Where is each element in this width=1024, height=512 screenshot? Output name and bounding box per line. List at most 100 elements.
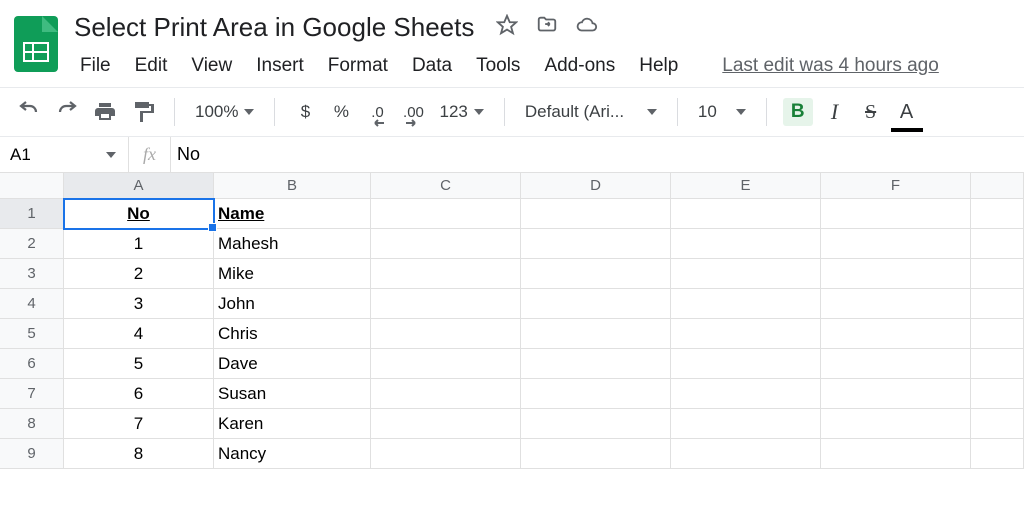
row-header-9[interactable]: 9 — [0, 439, 64, 469]
cell-b4[interactable]: John — [214, 289, 371, 319]
cell[interactable] — [671, 379, 821, 409]
col-header-c[interactable]: C — [371, 173, 521, 199]
cell[interactable] — [371, 349, 521, 379]
cell[interactable] — [821, 349, 971, 379]
cell-a8[interactable]: 7 — [64, 409, 214, 439]
cell[interactable] — [671, 199, 821, 229]
cell-a6[interactable]: 5 — [64, 349, 214, 379]
cell-a2[interactable]: 1 — [64, 229, 214, 259]
cell[interactable] — [521, 319, 671, 349]
cell[interactable] — [821, 289, 971, 319]
cell-b8[interactable]: Karen — [214, 409, 371, 439]
row-header-7[interactable]: 7 — [0, 379, 64, 409]
menu-edit[interactable]: Edit — [125, 51, 178, 81]
last-edit-link[interactable]: Last edit was 4 hours ago — [712, 51, 949, 81]
cloud-icon[interactable] — [576, 14, 598, 41]
cell[interactable] — [521, 349, 671, 379]
cell[interactable] — [971, 349, 1024, 379]
cell[interactable] — [521, 199, 671, 229]
cell[interactable] — [971, 229, 1024, 259]
cell[interactable] — [371, 259, 521, 289]
menu-view[interactable]: View — [181, 51, 242, 81]
cell[interactable] — [971, 289, 1024, 319]
cell[interactable] — [521, 259, 671, 289]
undo-icon[interactable] — [14, 98, 44, 126]
cell[interactable] — [821, 199, 971, 229]
cell[interactable] — [671, 259, 821, 289]
cell[interactable] — [371, 229, 521, 259]
cell-a5[interactable]: 4 — [64, 319, 214, 349]
select-all-corner[interactable] — [0, 173, 64, 199]
cell[interactable] — [521, 409, 671, 439]
cell-a1[interactable]: No — [64, 199, 214, 229]
cell[interactable] — [521, 289, 671, 319]
cell[interactable] — [521, 379, 671, 409]
cell[interactable] — [821, 379, 971, 409]
cell-b2[interactable]: Mahesh — [214, 229, 371, 259]
print-icon[interactable] — [90, 98, 120, 126]
cell[interactable] — [971, 379, 1024, 409]
cell[interactable] — [821, 259, 971, 289]
cell[interactable] — [671, 319, 821, 349]
italic-button[interactable]: I — [821, 98, 849, 126]
cell[interactable] — [371, 199, 521, 229]
cell[interactable] — [371, 409, 521, 439]
cell[interactable] — [371, 439, 521, 469]
bold-button[interactable]: B — [783, 98, 813, 126]
col-header-b[interactable]: B — [214, 173, 371, 199]
cell-b7[interactable]: Susan — [214, 379, 371, 409]
cell[interactable] — [521, 439, 671, 469]
font-size-dropdown[interactable]: 10 — [694, 102, 750, 122]
row-header-1[interactable]: 1 — [0, 199, 64, 229]
paint-format-icon[interactable] — [128, 98, 158, 126]
menu-tools[interactable]: Tools — [466, 51, 530, 81]
name-box[interactable]: A1 — [0, 145, 128, 165]
row-header-2[interactable]: 2 — [0, 229, 64, 259]
cell[interactable] — [671, 409, 821, 439]
number-format-dropdown[interactable]: 123 — [435, 102, 487, 122]
cell[interactable] — [671, 289, 821, 319]
cell[interactable] — [821, 439, 971, 469]
cell-a9[interactable]: 8 — [64, 439, 214, 469]
menu-help[interactable]: Help — [629, 51, 688, 81]
row-header-5[interactable]: 5 — [0, 319, 64, 349]
move-icon[interactable] — [536, 14, 558, 41]
row-header-3[interactable]: 3 — [0, 259, 64, 289]
menu-format[interactable]: Format — [318, 51, 398, 81]
cell[interactable] — [521, 229, 671, 259]
cell[interactable] — [821, 229, 971, 259]
col-header-d[interactable]: D — [521, 173, 671, 199]
cell[interactable] — [971, 319, 1024, 349]
menu-insert[interactable]: Insert — [246, 51, 314, 81]
cell[interactable] — [671, 439, 821, 469]
cell[interactable] — [671, 229, 821, 259]
text-color-button[interactable]: A — [893, 98, 921, 126]
formula-input[interactable]: No — [171, 144, 206, 165]
currency-button[interactable]: $ — [291, 98, 319, 126]
menu-addons[interactable]: Add-ons — [534, 51, 625, 81]
cell[interactable] — [371, 319, 521, 349]
cell[interactable] — [971, 439, 1024, 469]
cell[interactable] — [821, 319, 971, 349]
cell-b6[interactable]: Dave — [214, 349, 371, 379]
cell-b5[interactable]: Chris — [214, 319, 371, 349]
cell-b3[interactable]: Mike — [214, 259, 371, 289]
menu-file[interactable]: File — [70, 51, 121, 81]
row-header-8[interactable]: 8 — [0, 409, 64, 439]
cell-b1[interactable]: Name — [214, 199, 371, 229]
font-dropdown[interactable]: Default (Ari... — [521, 102, 661, 122]
col-header-f[interactable]: F — [821, 173, 971, 199]
percent-button[interactable]: % — [327, 98, 355, 126]
cell[interactable] — [971, 199, 1024, 229]
col-header-g[interactable] — [971, 173, 1024, 199]
increase-decimal-button[interactable]: .00 — [399, 98, 427, 126]
menu-data[interactable]: Data — [402, 51, 462, 81]
row-header-6[interactable]: 6 — [0, 349, 64, 379]
cell[interactable] — [821, 409, 971, 439]
star-icon[interactable] — [496, 14, 518, 41]
col-header-e[interactable]: E — [671, 173, 821, 199]
cell[interactable] — [371, 379, 521, 409]
cell[interactable] — [371, 289, 521, 319]
decrease-decimal-button[interactable]: .0 — [363, 98, 391, 126]
row-header-4[interactable]: 4 — [0, 289, 64, 319]
